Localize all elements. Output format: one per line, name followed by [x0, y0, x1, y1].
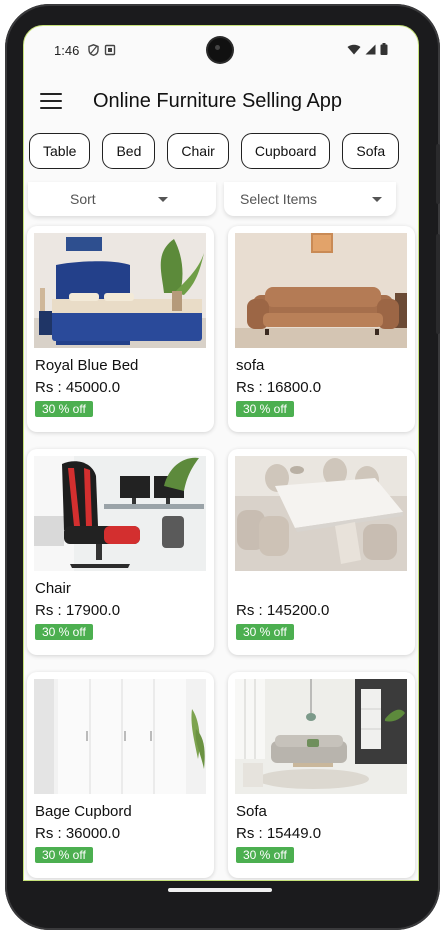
product-name: Royal Blue Bed: [35, 357, 139, 374]
discount-badge: 30 % off: [236, 624, 294, 640]
product-price: Rs : 145200.0: [236, 602, 330, 619]
product-image-white-cupboard: [34, 679, 206, 794]
system-nav-bar: [24, 880, 418, 881]
volume-button: [436, 144, 440, 204]
product-name: sofa: [236, 357, 265, 374]
shield-icon: [88, 44, 99, 56]
product-card[interactable]: Chair Rs : 17900.0 30 % off: [27, 449, 214, 655]
filter-row: Sort Select Items: [24, 182, 418, 218]
screenshot-icon: [104, 44, 116, 56]
product-image-brown-sofa: [235, 233, 407, 348]
product-name: Sofa: [236, 803, 267, 820]
product-image-gaming-chair: [34, 456, 206, 571]
product-card[interactable]: sofa Rs : 16800.0 30 % off: [228, 226, 415, 432]
hamburger-menu-icon[interactable]: [40, 93, 62, 109]
app-title: Online Furniture Selling App: [93, 89, 343, 112]
discount-badge: 30 % off: [236, 401, 294, 417]
category-chip-chair[interactable]: Chair: [167, 133, 229, 169]
home-indicator[interactable]: [168, 888, 272, 892]
status-bar: 1:46: [24, 26, 418, 74]
category-chips: Table Bed Chair Cupboard Sofa: [29, 133, 400, 169]
discount-badge: 30 % off: [236, 847, 294, 863]
product-image-blue-bed: [34, 233, 206, 348]
product-card[interactable]: Rs : 145200.0 30 % off: [228, 449, 415, 655]
status-time: 1:46: [54, 43, 80, 58]
caret-down-icon: [372, 197, 382, 202]
category-chip-sofa[interactable]: Sofa: [342, 133, 400, 169]
product-image-dining-table: [235, 456, 407, 571]
category-chip-cupboard[interactable]: Cupboard: [240, 133, 331, 169]
app-bar: Online Furniture Selling App: [24, 78, 418, 124]
product-price: Rs : 36000.0: [35, 825, 121, 842]
front-camera: [208, 38, 232, 62]
product-name: Chair: [35, 580, 71, 597]
caret-down-icon: [158, 197, 168, 202]
product-price: Rs : 15449.0: [236, 825, 322, 842]
product-price: Rs : 16800.0: [236, 379, 322, 396]
discount-badge: 30 % off: [35, 401, 93, 417]
product-price: Rs : 17900.0: [35, 602, 121, 619]
sort-dropdown[interactable]: Sort: [28, 182, 216, 216]
product-card[interactable]: Bage Cupbord Rs : 36000.0 30 % off: [27, 672, 214, 878]
power-button: [436, 234, 440, 334]
select-items-label: Select Items: [240, 191, 318, 207]
wifi-icon: [347, 44, 361, 54]
category-chip-table[interactable]: Table: [29, 133, 91, 169]
select-items-dropdown[interactable]: Select Items: [224, 182, 396, 216]
product-card[interactable]: Royal Blue Bed Rs : 45000.0 30 % off: [27, 226, 214, 432]
discount-badge: 30 % off: [35, 847, 93, 863]
discount-badge: 30 % off: [35, 624, 93, 640]
product-price: Rs : 45000.0: [35, 379, 121, 396]
sort-label: Sort: [70, 191, 96, 207]
product-name: Bage Cupbord: [35, 803, 132, 820]
battery-icon: [380, 43, 388, 55]
product-card[interactable]: Sofa Rs : 15449.0 30 % off: [228, 672, 415, 878]
signal-icon: [365, 44, 376, 54]
product-image-living-room-sofa: [235, 679, 407, 794]
app-screen: 1:46 Online Furniture Selling App Table …: [23, 25, 419, 881]
category-chip-bed[interactable]: Bed: [102, 133, 156, 169]
